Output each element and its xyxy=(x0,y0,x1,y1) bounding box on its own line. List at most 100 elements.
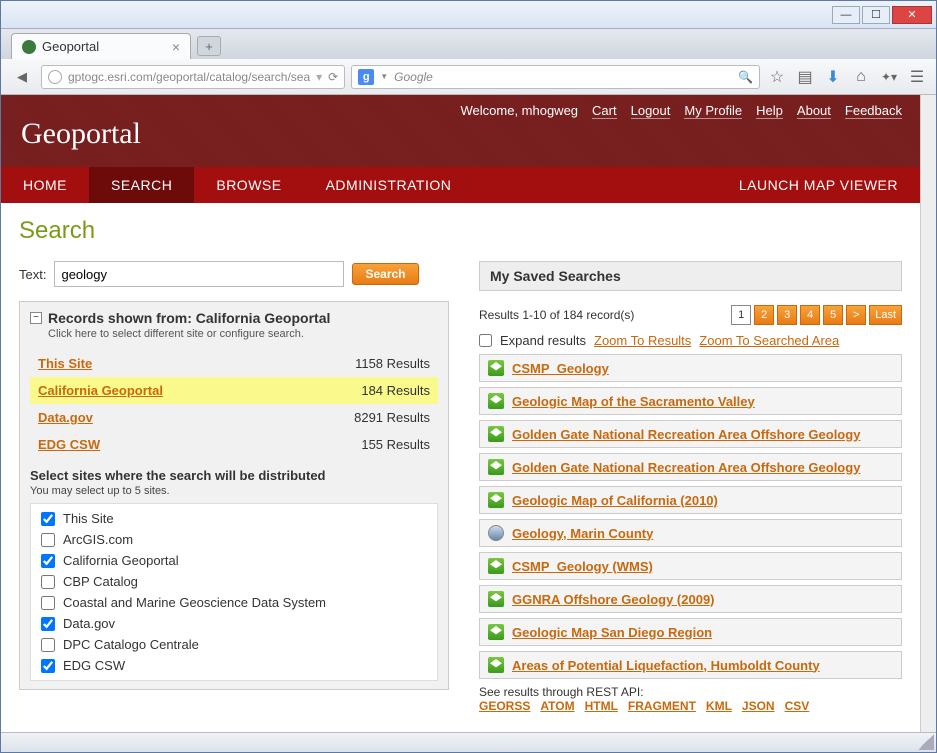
rest-format-link[interactable]: HTML xyxy=(585,699,618,713)
result-link[interactable]: Geology, Marin County xyxy=(512,526,653,541)
welcome-text: Welcome, mhogweg xyxy=(461,103,579,119)
sources-subtitle[interactable]: Click here to select different site or c… xyxy=(48,328,330,340)
result-link[interactable]: Golden Gate National Recreation Area Off… xyxy=(512,427,860,442)
result-row: Geologic Map San Diego Region xyxy=(479,618,902,646)
pager-button[interactable]: Last xyxy=(869,305,902,325)
zoom-to-area-link[interactable]: Zoom To Searched Area xyxy=(699,333,839,348)
zoom-to-results-link[interactable]: Zoom To Results xyxy=(594,333,691,348)
source-link[interactable]: California Geoportal xyxy=(38,383,163,398)
distribute-row: EDG CSW xyxy=(35,655,433,676)
pager-button[interactable]: 2 xyxy=(754,305,774,325)
source-link[interactable]: EDG CSW xyxy=(38,437,100,452)
help-link[interactable]: Help xyxy=(756,103,783,119)
nav-home[interactable]: HOME xyxy=(1,167,89,203)
pager-button[interactable]: 5 xyxy=(823,305,843,325)
distribute-checkbox[interactable] xyxy=(41,659,55,673)
search-icon[interactable]: 🔍 xyxy=(738,70,753,84)
resize-grip-icon[interactable] xyxy=(918,734,934,750)
rest-format-link[interactable]: FRAGMENT xyxy=(628,699,696,713)
feedback-link[interactable]: Feedback xyxy=(845,103,902,119)
browser-tab[interactable]: Geoportal × xyxy=(11,33,191,59)
browser-toolbar: ◀ gptogc.esri.com/geoportal/catalog/sear… xyxy=(1,59,936,95)
saved-searches-header[interactable]: My Saved Searches xyxy=(479,261,902,291)
nav-browse[interactable]: BROWSE xyxy=(194,167,303,203)
result-link[interactable]: Geologic Map of the Sacramento Valley xyxy=(512,394,755,409)
minimize-button[interactable]: — xyxy=(832,6,860,24)
nav-admin[interactable]: ADMINISTRATION xyxy=(304,167,474,203)
rest-format-link[interactable]: CSV xyxy=(785,699,810,713)
source-count: 184 Results xyxy=(361,383,430,398)
result-row: CSMP_Geology (WMS) xyxy=(479,552,902,580)
bookmarks-icon[interactable]: ▤ xyxy=(794,66,816,88)
pager-button[interactable]: 1 xyxy=(731,305,751,325)
maximize-button[interactable]: ☐ xyxy=(862,6,890,24)
status-bar xyxy=(1,732,936,752)
url-bar[interactable]: gptogc.esri.com/geoportal/catalog/search… xyxy=(41,65,345,89)
rest-format-link[interactable]: JSON xyxy=(742,699,775,713)
about-link[interactable]: About xyxy=(797,103,831,119)
new-tab-button[interactable]: + xyxy=(197,36,221,56)
dropdown-icon[interactable]: ▾ xyxy=(316,70,322,84)
result-row: Geologic Map of California (2010) xyxy=(479,486,902,514)
rest-label: See results through REST API: xyxy=(479,685,644,699)
search-input[interactable] xyxy=(54,261,344,287)
rest-format-link[interactable]: GEORSS xyxy=(479,699,530,713)
distribute-checkbox[interactable] xyxy=(41,575,55,589)
google-icon: g xyxy=(358,69,374,85)
source-row[interactable]: Data.gov8291 Results xyxy=(30,404,438,431)
distribute-checkbox[interactable] xyxy=(41,596,55,610)
layers-icon xyxy=(488,492,504,508)
distribute-checkbox[interactable] xyxy=(41,512,55,526)
distribute-checkbox[interactable] xyxy=(41,554,55,568)
pager-button[interactable]: > xyxy=(846,305,866,325)
distribute-checkbox[interactable] xyxy=(41,638,55,652)
source-link[interactable]: This Site xyxy=(38,356,92,371)
reload-icon[interactable]: ⟳ xyxy=(328,70,338,84)
nav-launch-viewer[interactable]: LAUNCH MAP VIEWER xyxy=(717,167,920,203)
layers-icon xyxy=(488,591,504,607)
distribute-checkbox[interactable] xyxy=(41,617,55,631)
cart-link[interactable]: Cart xyxy=(592,103,617,119)
result-link[interactable]: Geologic Map of California (2010) xyxy=(512,493,718,508)
rest-format-link[interactable]: KML xyxy=(706,699,732,713)
result-link[interactable]: CSMP_Geology xyxy=(512,361,609,376)
logout-link[interactable]: Logout xyxy=(631,103,671,119)
source-link[interactable]: Data.gov xyxy=(38,410,93,425)
source-row[interactable]: This Site1158 Results xyxy=(30,350,438,377)
source-row[interactable]: California Geoportal 184 Results xyxy=(30,377,438,404)
collapse-icon[interactable]: − xyxy=(30,312,42,324)
profile-link[interactable]: My Profile xyxy=(684,103,742,119)
back-button[interactable]: ◀ xyxy=(9,64,35,90)
download-icon[interactable]: ⬇ xyxy=(822,66,844,88)
distribute-row: California Geoportal xyxy=(35,550,433,571)
result-link[interactable]: Geologic Map San Diego Region xyxy=(512,625,712,640)
tab-close-icon[interactable]: × xyxy=(172,39,180,55)
layers-icon xyxy=(488,558,504,574)
result-row: GGNRA Offshore Geology (2009) xyxy=(479,585,902,613)
pager-button[interactable]: 3 xyxy=(777,305,797,325)
dropdown-icon[interactable]: ▼ xyxy=(380,72,388,81)
search-button[interactable]: Search xyxy=(352,263,418,285)
layers-icon xyxy=(488,360,504,376)
page-scrollbar[interactable] xyxy=(920,95,936,732)
nav-search[interactable]: SEARCH xyxy=(89,167,194,203)
browser-search-bar[interactable]: g ▼ Google 🔍 xyxy=(351,65,760,89)
result-row: CSMP_Geology xyxy=(479,354,902,382)
result-link[interactable]: Areas of Potential Liquefaction, Humbold… xyxy=(512,658,820,673)
result-link[interactable]: CSMP_Geology (WMS) xyxy=(512,559,653,574)
close-button[interactable]: ✕ xyxy=(892,6,932,24)
result-row: Geologic Map of the Sacramento Valley xyxy=(479,387,902,415)
pager-button[interactable]: 4 xyxy=(800,305,820,325)
result-link[interactable]: GGNRA Offshore Geology (2009) xyxy=(512,592,715,607)
menu-icon[interactable]: ☰ xyxy=(906,66,928,88)
source-row[interactable]: EDG CSW155 Results xyxy=(30,431,438,458)
rest-format-link[interactable]: ATOM xyxy=(540,699,574,713)
distribute-list[interactable]: This SiteArcGIS.comCalifornia GeoportalC… xyxy=(30,503,438,681)
home-icon[interactable]: ⌂ xyxy=(850,66,872,88)
star-icon[interactable]: ☆ xyxy=(766,66,788,88)
globe-icon xyxy=(488,525,504,541)
addon-icon[interactable]: ✦▾ xyxy=(878,66,900,88)
distribute-checkbox[interactable] xyxy=(41,533,55,547)
expand-results-checkbox[interactable] xyxy=(479,334,492,347)
result-link[interactable]: Golden Gate National Recreation Area Off… xyxy=(512,460,860,475)
